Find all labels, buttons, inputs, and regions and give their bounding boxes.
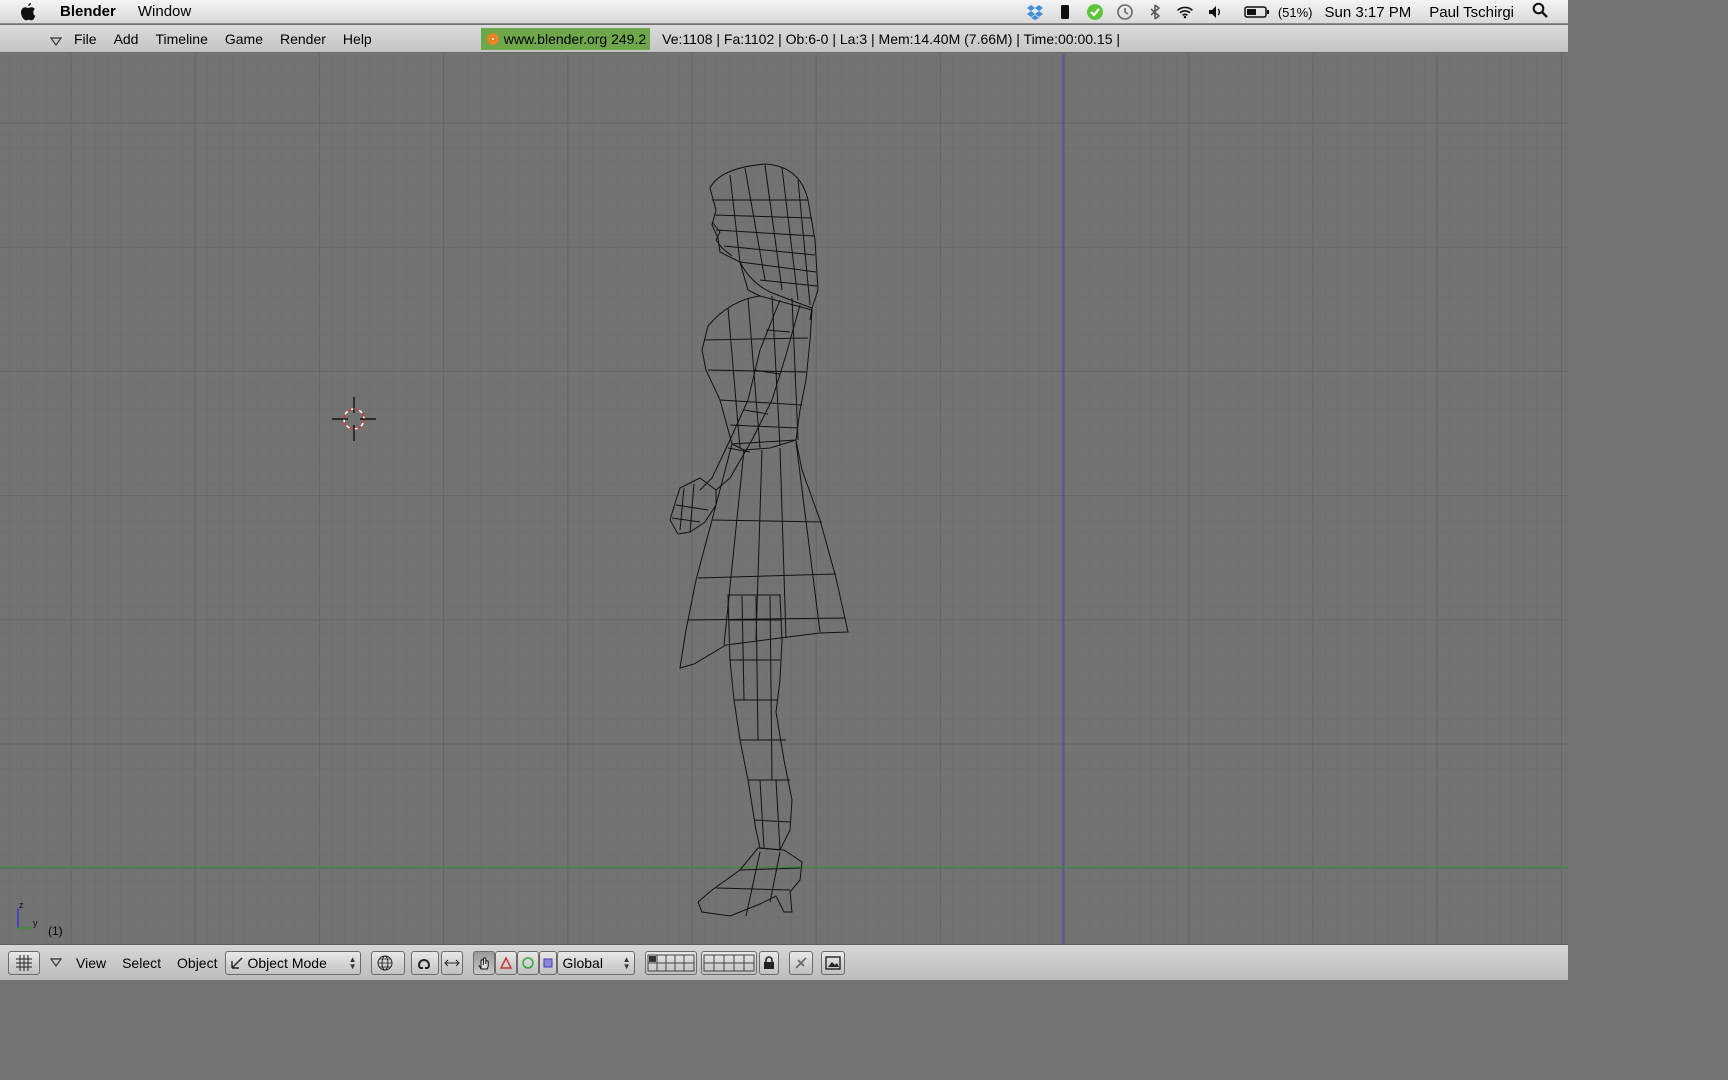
battery-icon[interactable] [1244,3,1270,21]
draw-type-icon [377,955,393,970]
scale-manipulator-icon[interactable] [517,950,540,975]
window-menu[interactable]: Window [138,3,191,20]
blender-logo-icon [486,32,499,45]
pivot-icon [418,958,431,969]
wifi-icon[interactable] [1176,3,1194,21]
orientation-label: Global [562,954,603,971]
object-menu[interactable]: Object [177,955,217,971]
timeline-menu[interactable]: Timeline [155,31,207,47]
sync-check-icon[interactable] [1086,3,1104,21]
user-name[interactable]: Paul Tschirgi [1429,4,1514,21]
scale-box-icon[interactable] [539,950,558,975]
view-header-collapse-icon[interactable] [49,955,63,971]
mode-dropdown[interactable]: Object Mode ▲ ▼ [225,950,362,975]
add-menu[interactable]: Add [114,31,139,47]
app-name-menu[interactable]: Blender [60,3,116,20]
mac-menubar: Blender Window (51%) Sun 3:17 PM Paul Ts… [0,0,1568,24]
3d-viewport[interactable]: z y (1) [0,54,1568,944]
mode-label: Object Mode [247,954,327,971]
spotlight-search-icon[interactable] [1532,2,1548,22]
file-menu[interactable]: File [74,31,97,47]
header-collapse-icon[interactable] [49,34,63,46]
draw-type-dropdown[interactable] [371,950,406,975]
layers-icon[interactable] [645,950,698,975]
view-menu[interactable]: View [76,955,106,971]
blender-version-badge[interactable]: www.blender.org 249.2 [480,27,651,50]
select-menu[interactable]: Select [122,955,161,971]
layers-more-icon[interactable] [701,950,758,975]
game-menu[interactable]: Game [225,31,263,47]
scene-stats: Ve:1108 | Fa:1102 | Ob:6-0 | La:3 | Mem:… [662,30,1121,47]
object-mode-icon [231,957,243,969]
bluetooth-icon[interactable] [1146,3,1164,21]
phone-icon[interactable] [1056,3,1074,21]
3d-view-header: View Select Object Object Mode ▲ ▼ Global… [0,944,1568,980]
lock-icon[interactable] [759,950,780,975]
time-machine-icon[interactable] [1116,3,1134,21]
rotate-manipulator-icon[interactable] [495,950,518,975]
editor-type-grid-icon[interactable] [8,950,40,975]
volume-icon[interactable] [1206,3,1224,21]
axis-orientation-icon: z y [17,900,38,929]
help-menu[interactable]: Help [343,31,372,47]
current-frame: (1) [48,924,63,938]
render-preview-icon[interactable] [821,950,846,975]
apple-menu-icon[interactable] [20,2,42,21]
snap-icon[interactable] [789,950,814,975]
svg-text:y: y [33,918,38,928]
clock[interactable]: Sun 3:17 PM [1325,4,1412,21]
svg-text:z: z [19,900,24,910]
info-header: File Add Timeline Game Render Help www.b… [0,25,1568,53]
manipulator-toggle-icon[interactable] [441,950,464,975]
3d-cursor-icon[interactable] [332,397,376,441]
version-text: www.blender.org 249.2 [503,30,647,47]
translate-manipulator-icon[interactable] [473,950,496,975]
battery-percent: (51%) [1277,4,1313,20]
render-menu[interactable]: Render [280,31,326,47]
dropbox-icon[interactable] [1026,3,1044,21]
wireframe-mesh[interactable] [0,54,1568,944]
pivot-dropdown[interactable] [411,950,440,975]
orientation-dropdown[interactable]: Global ▲ ▼ [557,950,636,975]
